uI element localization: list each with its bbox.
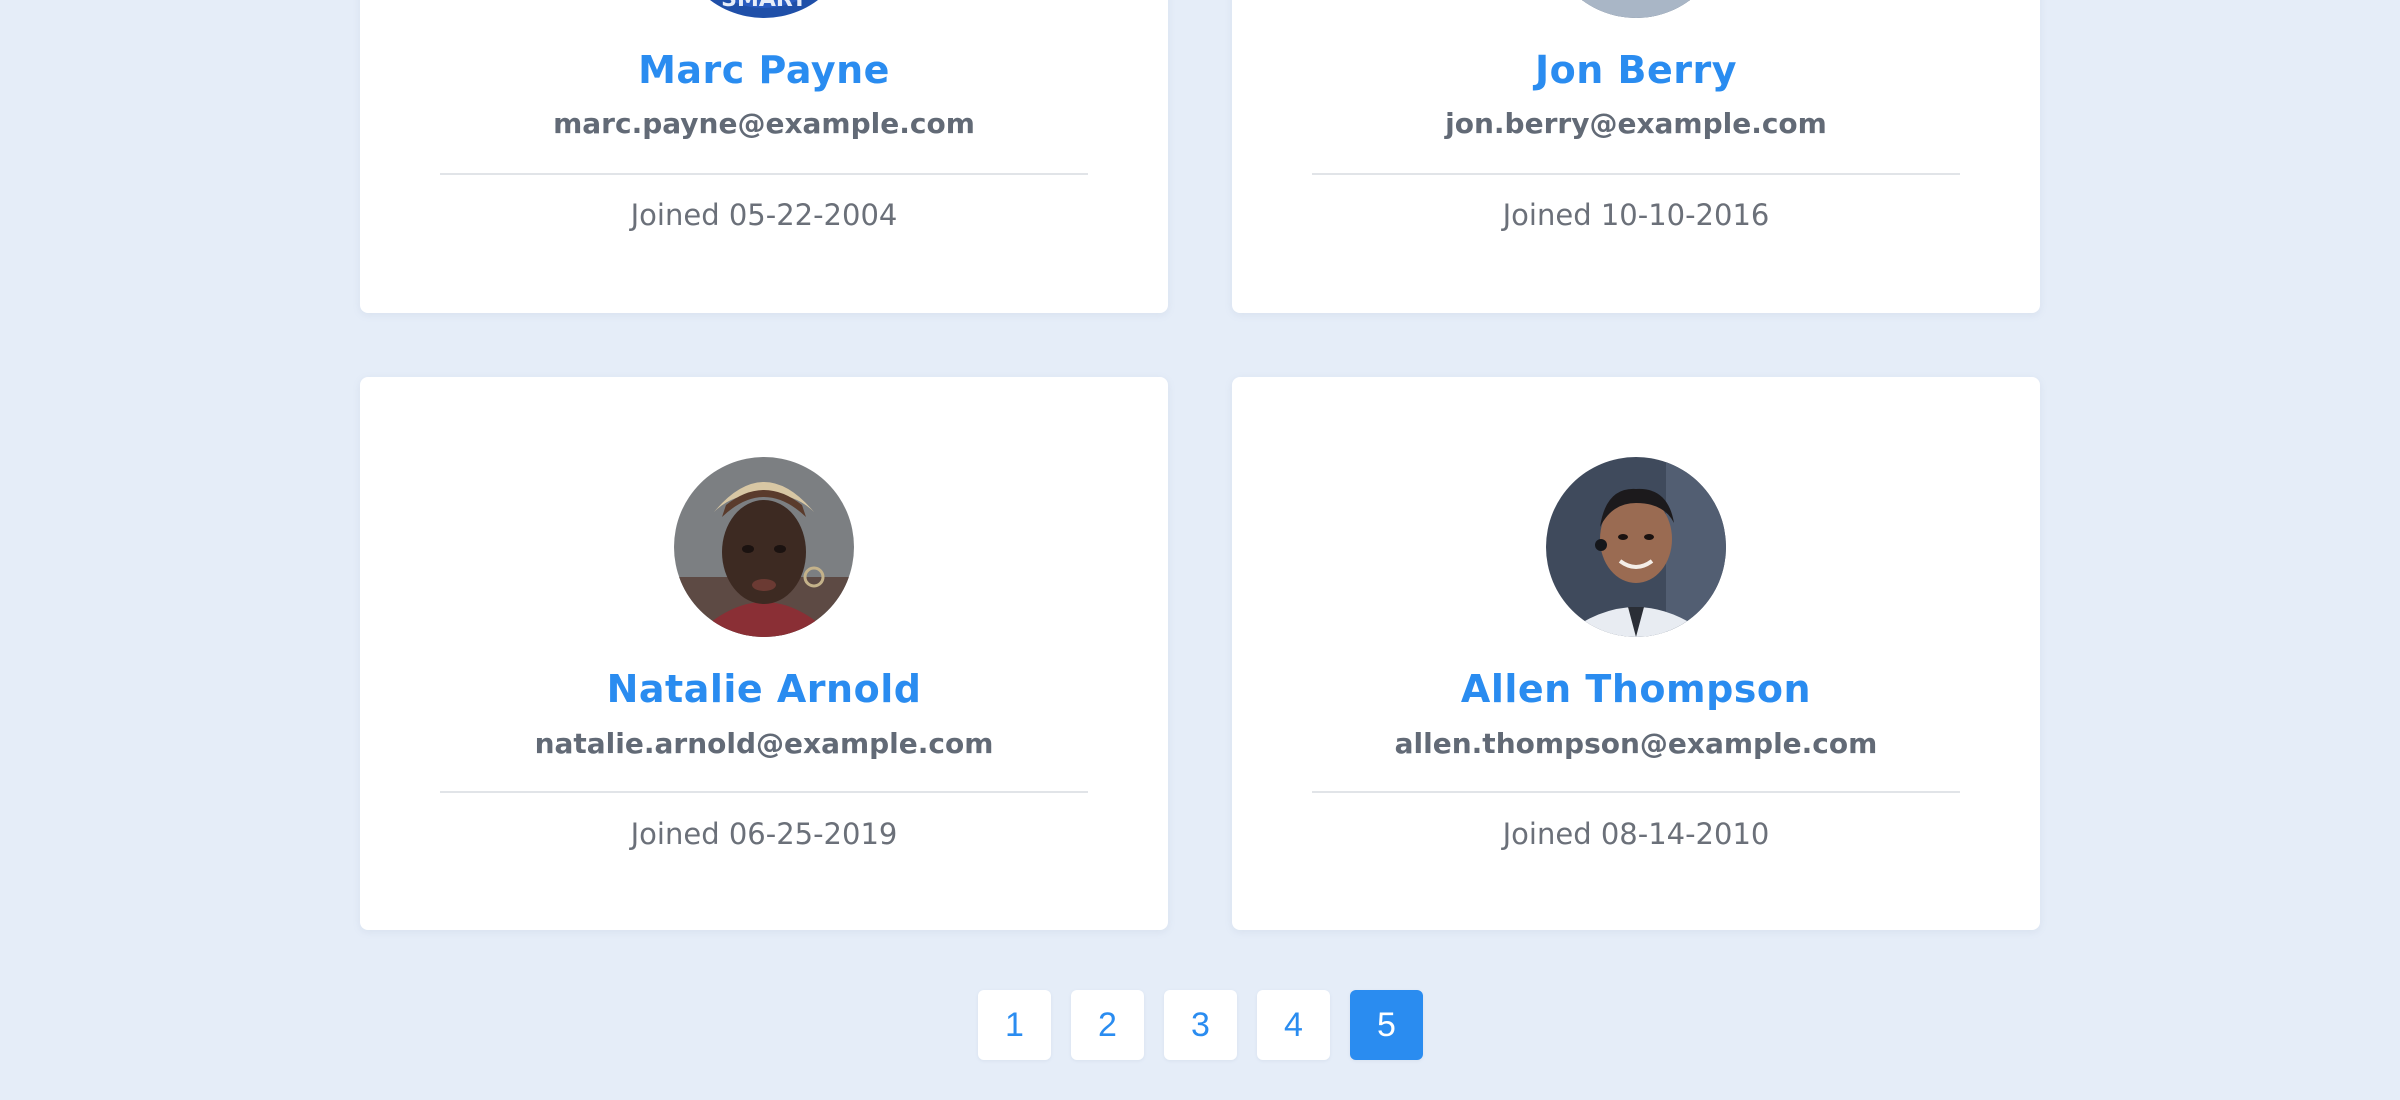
user-directory-page: SMART Marc Payne marc.payne@example.com … xyxy=(0,0,2400,1100)
pagination: 1 2 3 4 5 xyxy=(978,990,1423,1060)
user-name[interactable]: Jon Berry xyxy=(1232,48,2040,92)
page-button-1[interactable]: 1 xyxy=(978,990,1051,1060)
user-card: SMART Marc Payne marc.payne@example.com … xyxy=(360,0,1168,313)
page-button-3[interactable]: 3 xyxy=(1164,990,1237,1060)
divider xyxy=(1312,791,1960,793)
user-name[interactable]: Natalie Arnold xyxy=(360,667,1168,711)
svg-text:SMART: SMART xyxy=(721,0,807,12)
user-card: Jon Berry jon.berry@example.com Joined 1… xyxy=(1232,0,2040,313)
user-card: Allen Thompson allen.thompson@example.co… xyxy=(1232,377,2040,930)
page-button-4[interactable]: 4 xyxy=(1257,990,1330,1060)
user-email: marc.payne@example.com xyxy=(553,107,975,140)
joined-date: Joined 06-25-2019 xyxy=(630,817,898,851)
page-button-2[interactable]: 2 xyxy=(1071,990,1144,1060)
user-card: Natalie Arnold natalie.arnold@example.co… xyxy=(360,377,1168,930)
avatar xyxy=(1546,457,1726,637)
avatar: SMART xyxy=(674,0,854,18)
divider xyxy=(440,173,1088,175)
joined-date: Joined 05-22-2004 xyxy=(630,198,898,232)
user-email: allen.thompson@example.com xyxy=(1394,727,1878,760)
user-email: jon.berry@example.com xyxy=(1445,107,1827,140)
joined-date: Joined 08-14-2010 xyxy=(1502,817,1770,851)
avatar xyxy=(674,457,854,637)
user-name[interactable]: Marc Payne xyxy=(360,48,1168,92)
divider xyxy=(1312,173,1960,175)
user-name[interactable]: Allen Thompson xyxy=(1232,667,2040,711)
joined-date: Joined 10-10-2016 xyxy=(1502,198,1770,232)
page-button-5-current[interactable]: 5 xyxy=(1350,990,1423,1060)
divider xyxy=(440,791,1088,793)
user-email: natalie.arnold@example.com xyxy=(534,727,994,760)
avatar xyxy=(1546,0,1726,18)
